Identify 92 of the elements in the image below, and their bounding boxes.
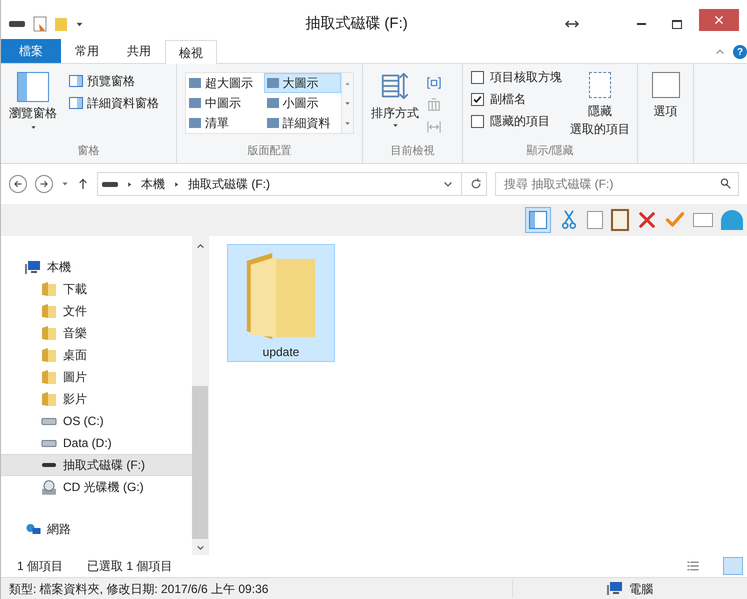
refresh-button[interactable] xyxy=(470,178,482,190)
layout-option[interactable]: 中圖示 xyxy=(186,93,264,113)
folder-icon xyxy=(246,253,316,339)
preview-pane-button[interactable] xyxy=(525,207,551,233)
close-button[interactable] xyxy=(699,9,739,31)
breadcrumb[interactable]: 本機 xyxy=(141,175,165,193)
nav-item[interactable]: OS (C:) xyxy=(1,410,192,432)
nav-item[interactable]: 桌面 xyxy=(1,344,192,366)
expand-gallery-icon[interactable] xyxy=(344,120,351,126)
scrollbar[interactable] xyxy=(192,236,208,555)
layout-option[interactable]: 小圖示 xyxy=(264,93,341,113)
computer-icon xyxy=(25,260,41,274)
computer-icon xyxy=(607,582,623,595)
nav-item[interactable]: 抽取式磁碟 (F:) xyxy=(1,454,192,476)
nav-item[interactable]: 圖片 xyxy=(1,366,192,388)
dropdown-icon xyxy=(392,122,398,129)
group-label: 目前檢視 xyxy=(390,144,436,158)
nav-item[interactable]: CD 光碟機 (G:) xyxy=(1,476,192,498)
folder-icon xyxy=(42,392,56,406)
breadcrumb-separator-icon xyxy=(173,180,180,188)
folder-icon xyxy=(42,370,56,384)
sort-icon xyxy=(381,72,409,100)
pane-button[interactable]: 預覽窗格 xyxy=(69,72,159,90)
address-bar[interactable]: 本機 抽取式磁碟 (F:) xyxy=(97,172,487,196)
folder-icon xyxy=(42,282,56,296)
drive-icon xyxy=(41,440,57,446)
group-by-icon[interactable] xyxy=(427,76,441,90)
recent-locations-icon[interactable] xyxy=(61,180,69,188)
checkbox[interactable] xyxy=(471,70,484,84)
group-label: 顯示/隱藏 xyxy=(525,144,575,158)
navigation-pane-button[interactable]: 瀏覽窗格 xyxy=(9,72,57,142)
hide-selected-button[interactable]: 隱藏 選取的項目 xyxy=(570,72,630,142)
nav-item[interactable]: 網路 xyxy=(1,518,192,540)
folder-icon xyxy=(42,348,56,362)
checkbox-label: 隱藏的項目 xyxy=(490,113,550,130)
search-field[interactable]: 搜尋 抽取式磁碟 (F:) xyxy=(495,172,739,196)
window-title: 抽取式磁碟 (F:) xyxy=(304,14,409,34)
network-icon xyxy=(26,524,40,534)
resize-icon xyxy=(565,19,579,29)
group-label: 版面配置 xyxy=(246,144,292,158)
delete-icon[interactable] xyxy=(637,210,657,230)
right-arrow-icon xyxy=(39,179,49,189)
search-icon xyxy=(720,178,731,189)
close-icon xyxy=(714,15,724,25)
nav-item[interactable]: 本機 xyxy=(1,256,192,278)
layout-option[interactable]: 詳細資料 xyxy=(264,113,341,133)
drive-icon xyxy=(9,21,25,27)
ribbon-tab[interactable]: 檢視 xyxy=(165,40,217,64)
nav-item[interactable]: 下載 xyxy=(1,278,192,300)
details-text: 類型: 檔案資料夾, 修改日期: 2017/6/6 上午 09:36 xyxy=(1,580,513,598)
properties-icon[interactable] xyxy=(33,16,47,32)
layout-option[interactable]: 清單 xyxy=(186,113,264,133)
layout-option[interactable]: 超大圖示 xyxy=(186,73,264,93)
checkbox-label: 項目核取方塊 xyxy=(490,69,562,86)
scroll-up-icon[interactable] xyxy=(196,242,204,250)
checkbox-label: 副檔名 xyxy=(490,91,526,108)
folder-icon xyxy=(42,326,56,340)
checkbox[interactable] xyxy=(471,114,484,128)
scroll-down-icon[interactable] xyxy=(344,100,351,106)
up-button[interactable] xyxy=(77,177,89,191)
forward-button[interactable] xyxy=(35,175,53,193)
sort-button[interactable]: 排序方式 xyxy=(371,72,419,142)
dropdown-icon[interactable] xyxy=(443,179,453,189)
details-view-button[interactable] xyxy=(687,560,699,572)
group-label: 窗格 xyxy=(76,144,100,158)
nav-item[interactable]: Data (D:) xyxy=(1,432,192,454)
drive-icon xyxy=(102,182,118,186)
pane-button[interactable]: 詳細資料窗格 xyxy=(69,94,159,112)
selected-count: 已選取 1 個項目 xyxy=(87,558,172,575)
item-count: 1 個項目 xyxy=(17,558,64,575)
ribbon-tab[interactable]: 常用 xyxy=(61,39,113,63)
cut-icon[interactable] xyxy=(559,210,579,230)
location-label: 電腦 xyxy=(629,580,653,598)
checkbox[interactable] xyxy=(471,92,484,106)
dropdown-icon xyxy=(30,124,36,131)
back-button[interactable] xyxy=(9,175,27,193)
folder-item[interactable]: update xyxy=(227,244,335,362)
ribbon-tab[interactable]: 共用 xyxy=(113,39,165,63)
nav-item[interactable]: 音樂 xyxy=(1,322,192,344)
cd-drive-icon xyxy=(41,480,57,494)
drive-icon xyxy=(41,463,57,467)
breadcrumb-separator-icon xyxy=(126,180,133,188)
ribbon-tab[interactable]: 檔案 xyxy=(1,39,61,63)
folder-icon xyxy=(42,304,56,318)
left-arrow-icon xyxy=(13,179,23,189)
breadcrumb[interactable]: 抽取式磁碟 (F:) xyxy=(188,175,270,193)
nav-item[interactable]: 文件 xyxy=(1,300,192,322)
nav-item[interactable]: 影片 xyxy=(1,388,192,410)
options-button[interactable]: 選項 xyxy=(638,64,693,120)
drive-icon xyxy=(41,418,57,424)
layout-option[interactable]: 大圖示 xyxy=(264,73,341,93)
help-icon[interactable]: ? xyxy=(733,45,747,59)
